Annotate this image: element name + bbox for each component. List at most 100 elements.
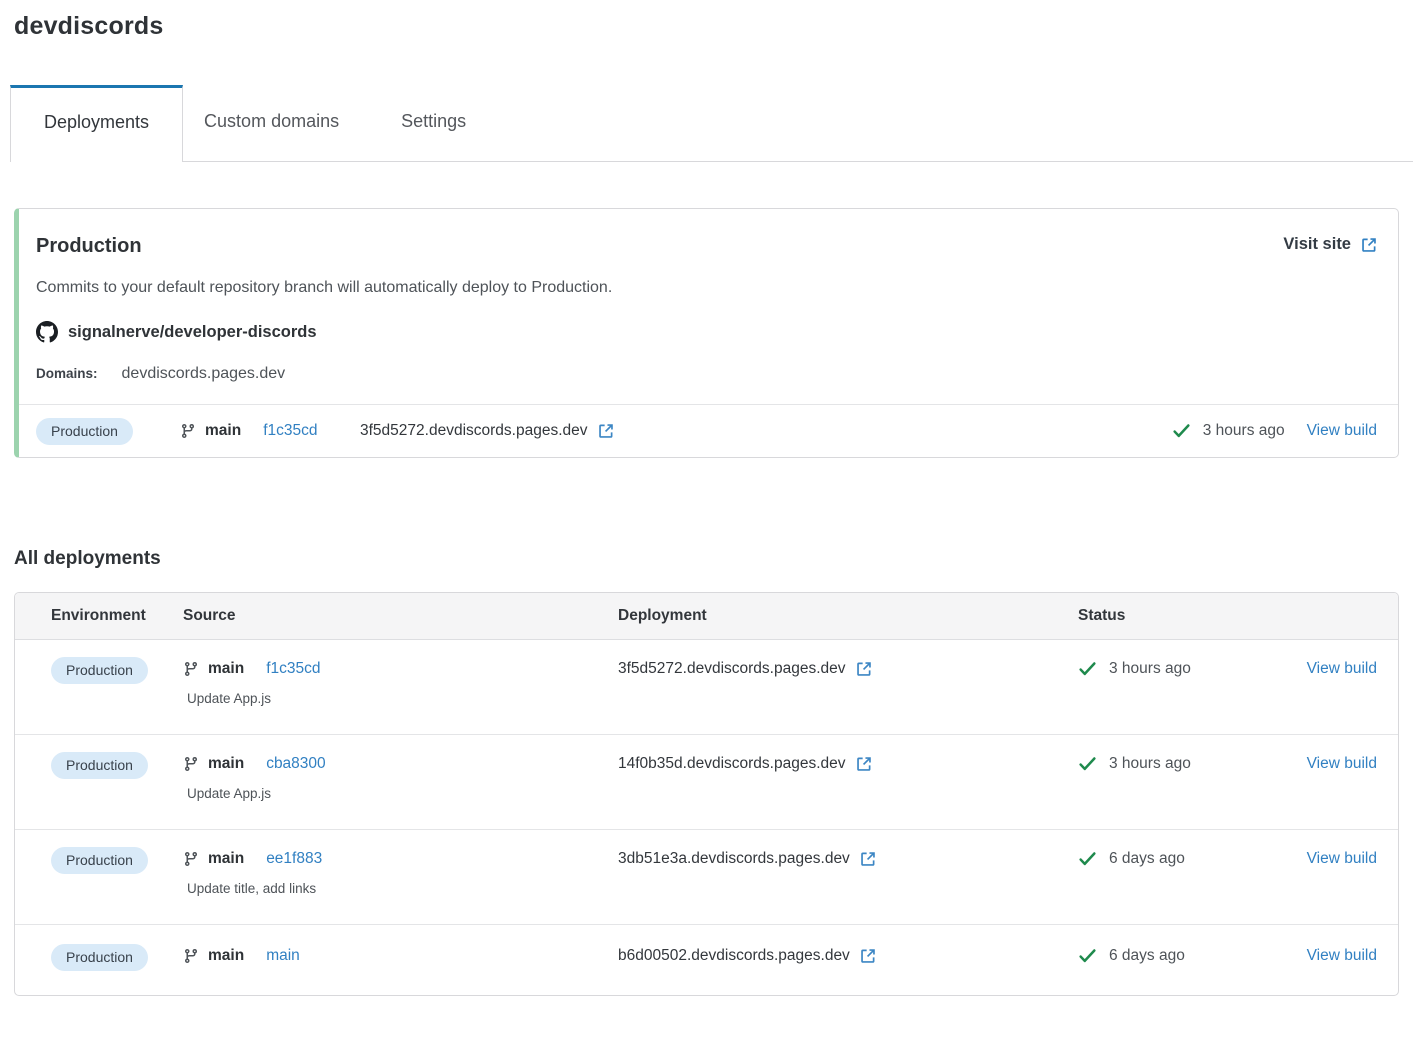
column-header-status: Status xyxy=(1078,607,1298,625)
success-check-icon xyxy=(1078,756,1097,772)
production-description: Commits to your default repository branc… xyxy=(36,279,1378,297)
deployment-url-cell: 3f5d5272.devdiscords.pages.dev xyxy=(360,422,1172,440)
status-cell: 3 hours ago xyxy=(1078,660,1298,678)
git-branch-icon xyxy=(183,661,199,677)
open-deployment-link[interactable] xyxy=(597,422,615,440)
deployment-url: 14f0b35d.devdiscords.pages.dev xyxy=(618,755,846,773)
tab-bar: Deployments Custom domains Settings xyxy=(10,85,1413,162)
environment-badge: Production xyxy=(51,752,148,779)
external-link-icon xyxy=(1360,236,1378,254)
environment-badge: Production xyxy=(36,418,133,445)
branch-group: main main xyxy=(183,947,300,965)
tab-custom-domains[interactable]: Custom domains xyxy=(183,85,360,161)
tab-deployments-label: Deployments xyxy=(44,112,149,132)
commit-link[interactable]: f1c35cd xyxy=(263,422,317,440)
pages-project-page: devdiscords Deployments Custom domains S… xyxy=(0,0,1413,996)
git-branch-icon xyxy=(183,756,199,772)
environment-cell: Production xyxy=(36,418,180,445)
source-cell: main f1c35cd xyxy=(180,422,360,440)
environment-badge: Production xyxy=(51,847,148,874)
open-deployment-link[interactable] xyxy=(855,660,873,678)
branch-group: main ee1f883 xyxy=(183,850,322,868)
commit-link[interactable]: main xyxy=(266,947,300,965)
branch-name: main xyxy=(208,755,244,773)
view-build-link[interactable]: View build xyxy=(1307,422,1377,440)
production-title: Production xyxy=(36,235,142,258)
production-deployment-row: Production main f1c35cd 3f5d5272.devdisc… xyxy=(19,404,1398,457)
source-cell: main cba8300 Update App.js xyxy=(183,755,618,801)
repository-row: signalnerve/developer-discords xyxy=(36,321,1378,343)
deployment-time: 6 days ago xyxy=(1109,947,1185,965)
status-cell: 3 hours ago View build xyxy=(1172,422,1377,440)
external-link-icon xyxy=(859,850,877,868)
column-header-environment: Environment xyxy=(51,607,183,625)
deployment-url-cell: 3db51e3a.devdiscords.pages.dev xyxy=(618,850,1078,868)
commit-message: Update App.js xyxy=(187,786,618,801)
deployments-table: Environment Source Deployment Status Pro… xyxy=(14,592,1399,996)
view-build-link[interactable]: View build xyxy=(1307,755,1377,772)
status-cell: 6 days ago xyxy=(1078,947,1298,965)
view-build-link[interactable]: View build xyxy=(1307,947,1377,964)
deployment-url-cell: 3f5d5272.devdiscords.pages.dev xyxy=(618,660,1078,678)
github-icon xyxy=(36,321,58,343)
actions-cell: View build xyxy=(1298,660,1377,678)
success-check-icon xyxy=(1078,948,1097,964)
domains-value: devdiscords.pages.dev xyxy=(122,365,286,383)
deployment-url: 3db51e3a.devdiscords.pages.dev xyxy=(618,850,850,868)
tab-settings[interactable]: Settings xyxy=(380,85,487,161)
deployment-time: 6 days ago xyxy=(1109,850,1185,868)
success-check-icon xyxy=(1078,661,1097,677)
all-deployments-title: All deployments xyxy=(14,548,1399,570)
open-deployment-link[interactable] xyxy=(859,947,877,965)
git-branch-icon xyxy=(180,423,196,439)
external-link-icon xyxy=(859,947,877,965)
commit-link[interactable]: cba8300 xyxy=(266,755,325,773)
open-deployment-link[interactable] xyxy=(855,755,873,773)
view-build-link[interactable]: View build xyxy=(1307,850,1377,867)
deployment-url-cell: b6d00502.devdiscords.pages.dev xyxy=(618,947,1078,965)
deployment-url: 3f5d5272.devdiscords.pages.dev xyxy=(360,422,588,440)
status-cell: 3 hours ago xyxy=(1078,755,1298,773)
external-link-icon xyxy=(855,755,873,773)
open-deployment-link[interactable] xyxy=(859,850,877,868)
visit-site-link[interactable]: Visit site xyxy=(1283,235,1378,254)
table-header-row: Environment Source Deployment Status xyxy=(15,593,1398,640)
source-cell: main main xyxy=(183,947,618,969)
commit-message: Update title, add links xyxy=(187,881,618,896)
source-cell: main f1c35cd Update App.js xyxy=(183,660,618,706)
column-header-source: Source xyxy=(183,607,618,625)
actions-cell: View build xyxy=(1298,850,1377,868)
table-row: Production main cba8300 Update App.js 14… xyxy=(15,735,1398,830)
success-check-icon xyxy=(1172,423,1191,439)
commit-message: Update App.js xyxy=(187,691,618,706)
success-check-icon xyxy=(1078,851,1097,867)
column-header-deployment: Deployment xyxy=(618,607,1078,625)
environment-cell: Production xyxy=(51,944,183,971)
deployment-time: 3 hours ago xyxy=(1109,660,1191,678)
external-link-icon xyxy=(597,422,615,440)
deployment-url: 3f5d5272.devdiscords.pages.dev xyxy=(618,660,846,678)
production-card-body: Production Visit site Commits to your de… xyxy=(19,209,1398,383)
branch-name: main xyxy=(205,422,241,440)
environment-cell: Production xyxy=(51,657,183,684)
table-row: Production main f1c35cd Update App.js 3f… xyxy=(15,640,1398,735)
tab-deployments[interactable]: Deployments xyxy=(10,85,183,162)
branch-group: main f1c35cd xyxy=(183,660,320,678)
deployment-time: 3 hours ago xyxy=(1203,422,1285,440)
table-row: Production main ee1f883 Update title, ad… xyxy=(15,830,1398,925)
page-title: devdiscords xyxy=(14,0,1399,41)
table-row: Production main main b6d00502.devdiscord… xyxy=(15,925,1398,995)
view-build-link[interactable]: View build xyxy=(1307,660,1377,677)
deployment-url: b6d00502.devdiscords.pages.dev xyxy=(618,947,850,965)
production-card-header: Production Visit site xyxy=(36,235,1378,258)
commit-link[interactable]: ee1f883 xyxy=(266,850,322,868)
status-cell: 6 days ago xyxy=(1078,850,1298,868)
actions-cell: View build xyxy=(1298,755,1377,773)
domains-row: Domains: devdiscords.pages.dev xyxy=(36,365,1378,383)
git-branch-icon xyxy=(183,948,199,964)
environment-cell: Production xyxy=(51,847,183,874)
visit-site-label: Visit site xyxy=(1283,235,1351,254)
branch-name: main xyxy=(208,947,244,965)
branch-group: main cba8300 xyxy=(183,755,326,773)
commit-link[interactable]: f1c35cd xyxy=(266,660,320,678)
